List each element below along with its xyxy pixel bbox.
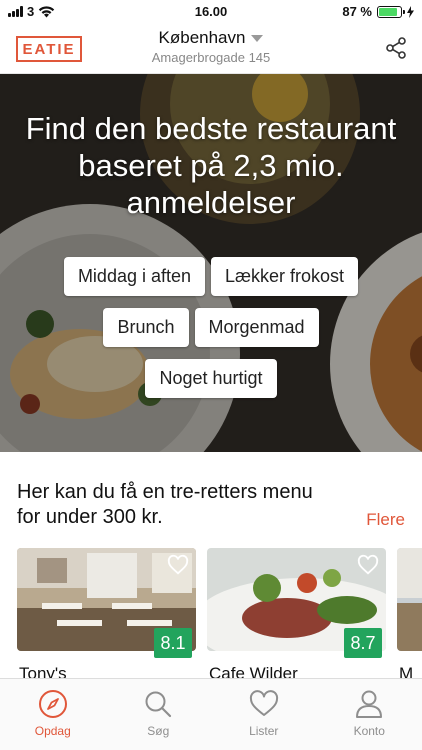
battery-fill <box>379 7 398 16</box>
restaurant-name: Cafe Wilder <box>209 664 298 678</box>
tab-konto[interactable]: Konto <box>317 679 422 750</box>
charging-icon <box>407 5 414 18</box>
user-icon <box>356 690 383 718</box>
chip-row: Noget hurtigt <box>145 359 277 398</box>
status-right: 87 % <box>342 4 414 19</box>
hero-title: Find den bedste restaurant baseret på 2,… <box>25 111 397 220</box>
restaurant-name: M <box>399 664 414 678</box>
heart-icon <box>249 690 278 716</box>
restaurant-name: Tony's <box>19 664 67 678</box>
chip-middag[interactable]: Middag i aften <box>63 257 206 296</box>
caret-down-icon <box>251 34 264 42</box>
restaurant-interior-image <box>397 548 422 651</box>
address-label: Amagerbrogade 145 <box>151 50 271 65</box>
battery-percent: 87 % <box>342 4 372 19</box>
hero-banner: Find den bedste restaurant baseret på 2,… <box>0 74 422 452</box>
tab-bar: Opdag Søg Lister Konto <box>0 678 422 750</box>
city-name[interactable]: København <box>159 28 264 48</box>
status-bar: 3 16.00 87 % <box>0 0 422 24</box>
restaurant-card[interactable]: 8.1 Tony's <box>17 548 196 678</box>
tab-label: Konto <box>353 724 385 738</box>
restaurant-card[interactable]: 8.7 Cafe Wilder <box>207 548 386 678</box>
restaurant-card[interactable]: M <box>397 548 422 678</box>
tab-label: Søg <box>147 724 170 738</box>
chip-row: Brunch Morgenmad <box>103 308 319 347</box>
rating-badge: 8.7 <box>344 628 382 658</box>
chip-row: Middag i aften Lækker frokost <box>63 257 359 296</box>
section-title: Her kan du få en tre-retters menu for un… <box>17 481 313 528</box>
battery-icon <box>377 5 405 18</box>
tab-label: Lister <box>249 724 279 738</box>
chip-morgenmad[interactable]: Morgenmad <box>194 308 319 347</box>
rating-badge: 8.1 <box>154 628 192 658</box>
chip-hurtigt[interactable]: Noget hurtigt <box>145 359 277 398</box>
compass-icon <box>38 690 67 718</box>
search-icon <box>145 691 172 718</box>
restaurant-carousel[interactable]: 8.1 Tony's 8.7 Cafe Wilder M <box>17 548 422 678</box>
tab-opdag[interactable]: Opdag <box>0 679 106 750</box>
tab-sog[interactable]: Søg <box>106 679 212 750</box>
tab-lister[interactable]: Lister <box>211 679 317 750</box>
restaurant-image <box>397 548 422 651</box>
category-chips: Middag i aften Lækker frokost Brunch Mor… <box>20 257 402 398</box>
chip-brunch[interactable]: Brunch <box>103 308 189 347</box>
tab-label: Opdag <box>34 724 71 738</box>
favorite-heart-icon[interactable] <box>357 554 379 576</box>
app-header: EATIE København Amagerbrogade 145 <box>0 24 422 74</box>
favorite-heart-icon[interactable] <box>167 554 189 576</box>
chip-frokost[interactable]: Lækker frokost <box>211 257 359 296</box>
location-selector[interactable]: København Amagerbrogade 145 <box>0 28 422 65</box>
city-label: København <box>158 28 246 47</box>
share-icon[interactable] <box>384 36 408 60</box>
more-link[interactable]: Flere <box>366 510 405 530</box>
